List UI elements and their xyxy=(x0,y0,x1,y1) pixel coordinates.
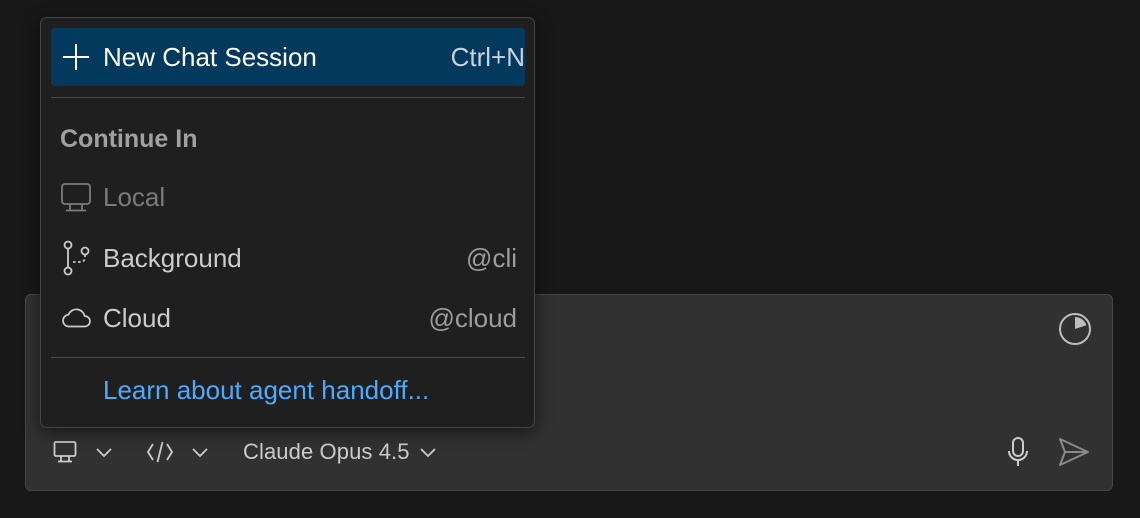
menu-item-cloud[interactable]: Cloud @cloud xyxy=(51,289,525,347)
menu-item-local-label: Local xyxy=(103,181,166,212)
agent-mode-picker[interactable] xyxy=(146,434,210,470)
send-icon xyxy=(1057,436,1091,468)
menu-item-background[interactable]: Background @cli xyxy=(51,229,525,287)
chevron-down-icon xyxy=(190,442,210,462)
git-branch-icon xyxy=(60,240,92,276)
send-button[interactable] xyxy=(1057,434,1091,470)
menu-item-cloud-handle: @cloud xyxy=(428,302,517,333)
monitor-icon xyxy=(60,181,92,213)
model-picker[interactable]: Claude Opus 4.5 xyxy=(243,434,438,470)
chat-session-menu: New Chat Session Ctrl+N Continue In Loca… xyxy=(40,17,535,428)
menu-item-background-handle: @cli xyxy=(466,242,517,273)
new-chat-session-label: New Chat Session xyxy=(103,41,317,72)
continue-in-header: Continue In xyxy=(60,125,198,153)
new-chat-session-shortcut: Ctrl+N xyxy=(450,41,525,72)
menu-separator xyxy=(51,97,525,98)
cloud-icon xyxy=(60,302,92,334)
menu-separator xyxy=(51,357,525,358)
agent-code-icon xyxy=(146,439,174,465)
learn-agent-handoff-link[interactable]: Learn about agent handoff... xyxy=(103,375,429,406)
chevron-down-icon xyxy=(418,442,438,462)
voice-input-button[interactable] xyxy=(1004,434,1032,470)
monitor-icon xyxy=(52,439,78,465)
menu-item-local: Local xyxy=(51,168,525,226)
menu-item-background-label: Background xyxy=(103,242,242,273)
session-target-picker[interactable] xyxy=(52,434,114,470)
context-usage-icon[interactable] xyxy=(1058,312,1092,346)
chat-toolbar: Claude Opus 4.5 xyxy=(26,434,1112,470)
microphone-icon xyxy=(1004,436,1032,468)
model-name: Claude Opus 4.5 xyxy=(243,439,410,464)
app-root: Claude Opus 4.5 New Chat Session Ctrl+N … xyxy=(0,0,1140,518)
chevron-down-icon xyxy=(94,442,114,462)
new-chat-session-item[interactable]: New Chat Session Ctrl+N xyxy=(51,28,525,86)
plus-icon xyxy=(60,41,92,73)
menu-item-cloud-label: Cloud xyxy=(103,302,171,333)
